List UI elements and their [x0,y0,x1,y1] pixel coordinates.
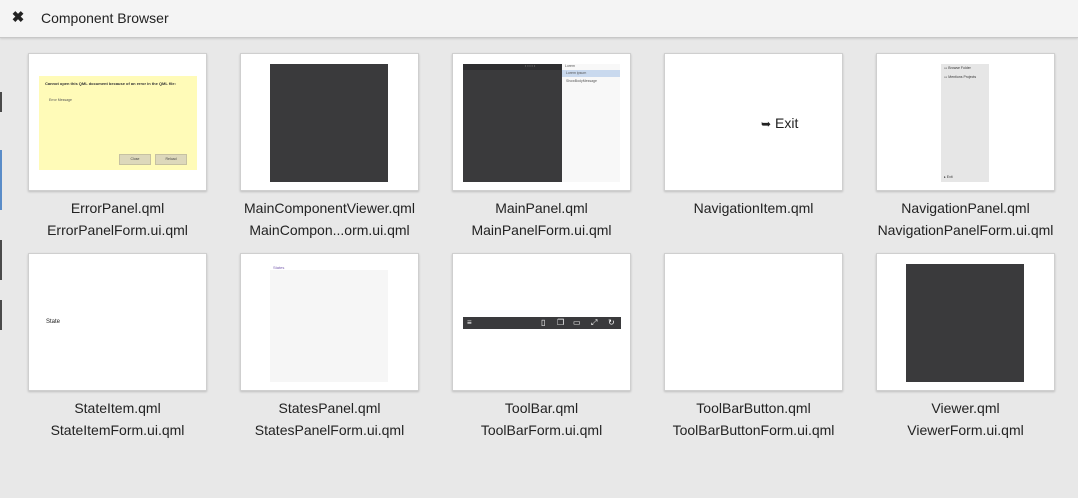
component-name: NavigationPanel.qml [901,200,1030,216]
browse-item: ▭ Browse Folder [944,66,971,70]
component-name: MainPanel.qml [495,200,588,216]
states-panel-preview: States [240,253,419,391]
states-title: States [273,265,285,270]
component-card-main-panel[interactable]: ▫ ▫ ▫ ▫ ▫ Lorem Lorem ipsum ShowBodyMess… [452,53,631,241]
component-name: StatesPanel.qml [278,400,381,416]
error-panel-preview: Cannot open this QML document because of… [28,53,207,191]
title-bar: ✖ Component Browser [0,0,1078,38]
navigation-item-preview: ➥ Exit [664,53,843,191]
refresh-icon: ↻ [608,318,615,327]
component-name: NavigationItem.qml [693,200,814,216]
component-name: StateItem.qml [74,400,161,416]
window-icon: ▭ [573,318,581,327]
exit-item: ➥ Exit [761,115,798,131]
component-card-viewer[interactable]: Viewer.qml ViewerForm.ui.qml [876,253,1055,441]
side-item-label: ShowBodyMessage [566,79,597,83]
navigation-panel-preview: ▭ Browse Folder ▭ Mentions Projects ▸ Ex… [876,53,1055,191]
mini-toolbar-icons: ▫ ▫ ▫ ▫ ▫ [525,64,536,68]
edge-strip [0,150,2,210]
toolbar-preview: ≡ ▯ ❐ ▭ ⤢ ↻ [452,253,631,391]
mini-toolbar [463,64,562,70]
window-title: Component Browser [41,10,169,26]
state-item-preview: State [28,253,207,391]
component-card-error-panel[interactable]: Cannot open this QML document because of… [28,53,207,241]
state-label: State [46,319,61,325]
component-card-navigation-item[interactable]: ➥ Exit NavigationItem.qml [664,53,843,219]
component-name: ToolBar.qml [504,400,579,416]
edge-strip [0,300,2,330]
reload-button: Reload [155,154,187,165]
side-header: Lorem [565,64,575,68]
exit-label: Exit [775,115,799,131]
toolbar-button-preview [664,253,843,391]
component-card-toolbar-button[interactable]: ToolBarButton.qml ToolBarButtonForm.ui.q… [664,253,843,441]
component-card-navigation-panel[interactable]: ▭ Browse Folder ▭ Mentions Projects ▸ Ex… [876,53,1055,241]
close-button: Close [119,154,151,165]
error-message: Error Message [49,98,72,102]
file-icon: ▯ [541,318,546,327]
states-list-area [270,270,388,382]
component-card-toolbar[interactable]: ≡ ▯ ❐ ▭ ⤢ ↻ ToolBar.qml ToolBarForm.ui.q… [452,253,631,441]
component-name: Viewer.qml [931,400,1000,416]
close-icon[interactable]: ✖ [10,10,26,26]
main-panel-preview: ▫ ▫ ▫ ▫ ▫ Lorem Lorem ipsum ShowBodyMess… [452,53,631,191]
main-component-viewer-preview [240,53,419,191]
toolbar-bar: ≡ ▯ ❐ ▭ ⤢ ↻ [463,317,621,329]
component-card-state-item[interactable]: State StateItem.qml StateItemForm.ui.qml [28,253,207,441]
dark-viewer-area [270,64,388,182]
component-form-name: ViewerForm.ui.qml [907,422,1024,438]
component-name: MainComponentViewer.qml [244,200,415,216]
exit-icon: ➥ [761,117,772,131]
menu-icon: ≡ [467,318,472,327]
component-form-name: ToolBarButtonForm.ui.qml [672,422,835,438]
side-selected-label: Lorem ipsum [566,71,587,75]
component-form-name: ErrorPanelForm.ui.qml [47,222,188,238]
edge-strip [0,240,2,280]
component-form-name: MainCompon...orm.ui.qml [249,222,410,238]
component-form-name: NavigationPanelForm.ui.qml [877,222,1054,238]
component-card-states-panel[interactable]: States StatesPanel.qml StatesPanelForm.u… [240,253,419,441]
recent-item: ▭ Mentions Projects [944,75,977,79]
component-form-name: MainPanelForm.ui.qml [471,222,612,238]
component-name: ToolBarButton.qml [696,400,811,416]
edge-strip [0,92,2,112]
component-form-name: StatesPanelForm.ui.qml [254,422,405,438]
dark-viewer-area [463,64,562,182]
component-form-name: StateItemForm.ui.qml [50,422,185,438]
component-form-name: ToolBarForm.ui.qml [480,422,603,438]
dark-viewer-area [906,264,1024,382]
copy-icon: ❐ [557,318,565,327]
viewer-preview [876,253,1055,391]
nav-column [941,64,989,182]
component-name: ErrorPanel.qml [70,200,165,216]
expand-icon: ⤢ [591,318,598,327]
exit-item: ▸ Exit [944,175,953,179]
error-box: Cannot open this QML document because of… [39,76,197,170]
component-card-main-component-viewer[interactable]: MainComponentViewer.qml MainCompon...orm… [240,53,419,241]
error-title: Cannot open this QML document because of… [45,81,176,86]
